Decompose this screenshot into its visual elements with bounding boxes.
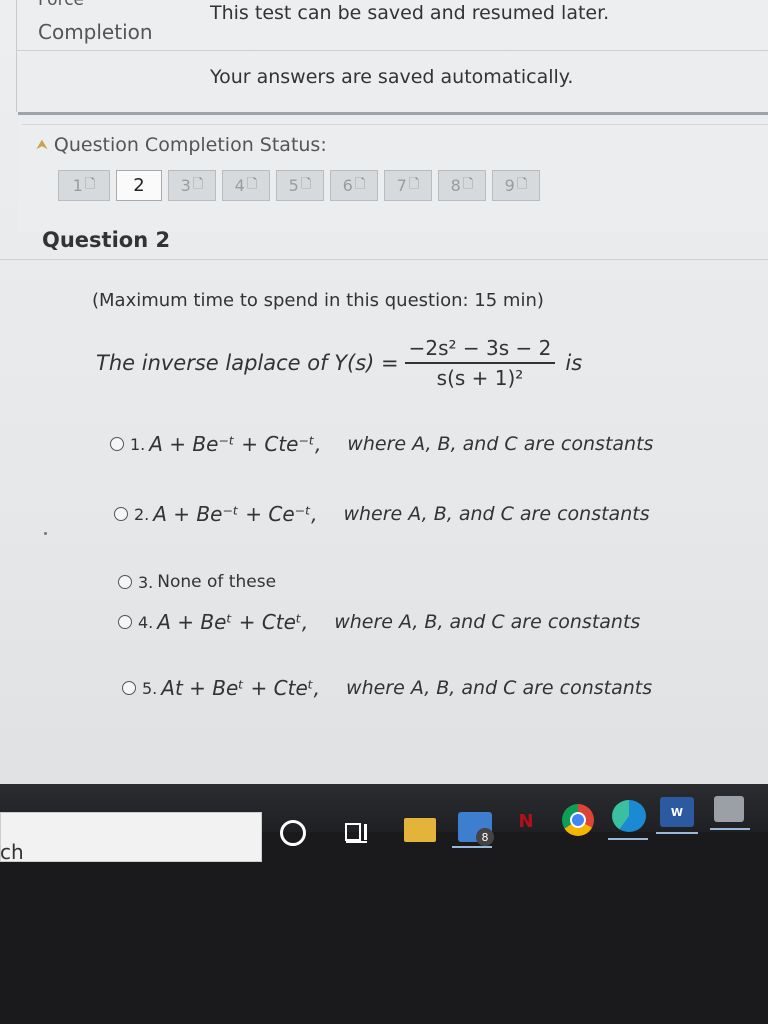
task-view-icon[interactable] xyxy=(343,820,373,844)
radio-button[interactable] xyxy=(118,615,132,629)
divider xyxy=(22,124,768,125)
document-icon: 🗋 xyxy=(192,176,204,192)
question-nav-3[interactable]: 3 🗋 xyxy=(168,170,216,201)
radio-button[interactable] xyxy=(110,437,124,451)
active-app-indicator xyxy=(656,832,698,834)
file-explorer-icon[interactable] xyxy=(404,818,436,842)
document-icon: 🗋 xyxy=(516,176,528,192)
prompt-prefix: The inverse laplace of Y(s) = xyxy=(96,351,399,375)
chevron-up-icon: ⮝ xyxy=(36,137,48,153)
mail-icon[interactable]: 8 xyxy=(458,812,494,846)
autosave-notice: Your answers are saved automatically. xyxy=(210,66,574,88)
netflix-icon[interactable]: N xyxy=(516,806,536,836)
answer-option-1[interactable]: 1. A + Be⁻ᵗ + Cte⁻ᵗ, where A, B, and C a… xyxy=(110,432,653,456)
radio-button[interactable] xyxy=(114,507,128,521)
question-nav-4[interactable]: 4 🗋 xyxy=(222,170,270,201)
question-heading: Question 2 xyxy=(42,228,171,252)
option-expression: A + Be⁻ᵗ + Ce⁻ᵗ, xyxy=(153,502,318,526)
force-label: Force xyxy=(38,0,84,10)
word-icon[interactable]: W xyxy=(660,797,694,827)
taskbar-search-input[interactable] xyxy=(0,812,262,862)
option-text: None of these xyxy=(157,572,277,592)
divider xyxy=(16,0,17,112)
option-note: where A, B, and C are constants xyxy=(343,503,650,525)
option-expression: A + Beᵗ + Cteᵗ, xyxy=(157,610,309,634)
active-app-indicator xyxy=(452,846,492,848)
document-icon: 🗋 xyxy=(246,176,258,192)
fraction-numerator: −2s² − 3s − 2 xyxy=(408,336,552,360)
stray-dot xyxy=(44,532,47,535)
option-number: 4. xyxy=(138,612,154,632)
answer-option-2[interactable]: 2. A + Be⁻ᵗ + Ce⁻ᵗ, where A, B, and C ar… xyxy=(114,502,650,526)
fraction-denominator: s(s + 1)² xyxy=(436,366,524,390)
prompt-suffix: is xyxy=(565,351,583,375)
cortana-icon[interactable] xyxy=(280,820,306,846)
divider xyxy=(16,50,768,51)
option-number: 1. xyxy=(130,434,146,454)
option-expression: A + Be⁻ᵗ + Cte⁻ᵗ, xyxy=(149,432,322,456)
chrome-icon[interactable] xyxy=(562,804,594,836)
document-icon: 🗋 xyxy=(408,176,420,192)
question-prompt: The inverse laplace of Y(s) = −2s² − 3s … xyxy=(96,336,582,390)
fraction: −2s² − 3s − 2 s(s + 1)² xyxy=(404,336,556,390)
save-resume-notice: This test can be saved and resumed later… xyxy=(210,2,610,24)
fraction-bar xyxy=(404,362,556,364)
question-nav-5[interactable]: 5 🗋 xyxy=(276,170,324,201)
app-icon[interactable] xyxy=(714,796,744,822)
divider xyxy=(0,259,768,260)
active-app-indicator xyxy=(710,828,750,830)
question-nav-2[interactable]: 2 xyxy=(116,170,162,201)
option-note: where A, B, and C are constants xyxy=(334,611,641,633)
question-nav-7[interactable]: 7 🗋 xyxy=(384,170,432,201)
mail-badge: 8 xyxy=(476,828,494,846)
answer-option-5[interactable]: 5. At + Beᵗ + Cteᵗ, where A, B, and C ar… xyxy=(122,676,652,700)
question-nav-6[interactable]: 6 🗋 xyxy=(330,170,378,201)
option-note: where A, B, and C are constants xyxy=(346,677,653,699)
option-number: 5. xyxy=(142,678,158,698)
completion-label: Completion xyxy=(38,20,153,44)
option-expression: At + Beᵗ + Cteᵗ, xyxy=(161,676,321,700)
answer-option-4[interactable]: 4. A + Beᵗ + Cteᵗ, where A, B, and C are… xyxy=(118,610,640,634)
radio-button[interactable] xyxy=(122,681,136,695)
option-number: 3. xyxy=(138,572,154,592)
question-nav-9[interactable]: 9 🗋 xyxy=(492,170,540,201)
option-note: where A, B, and C are constants xyxy=(347,433,654,455)
max-time-note: (Maximum time to spend in this question:… xyxy=(92,290,544,311)
completion-status-title: Question Completion Status: xyxy=(53,134,327,156)
radio-button[interactable] xyxy=(118,575,132,589)
browser-screen: Force Completion This test can be saved … xyxy=(0,0,768,800)
active-app-indicator xyxy=(608,838,648,840)
question-navigator: 1 🗋 2 3 🗋 4 🗋 5 🗋 6 🗋 7 🗋 8 🗋 9 🗋 xyxy=(58,170,540,201)
search-input-text: ch xyxy=(0,840,24,864)
question-nav-8[interactable]: 8 🗋 xyxy=(438,170,486,201)
document-icon: 🗋 xyxy=(462,176,474,192)
document-icon: 🗋 xyxy=(84,176,96,192)
question-nav-1[interactable]: 1 🗋 xyxy=(58,170,110,201)
option-number: 2. xyxy=(134,504,150,524)
document-icon: 🗋 xyxy=(354,176,366,192)
edge-icon[interactable] xyxy=(612,800,646,832)
completion-status-toggle[interactable]: ⮝ Question Completion Status: xyxy=(36,134,327,156)
document-icon: 🗋 xyxy=(300,176,312,192)
answer-option-3[interactable]: 3. None of these xyxy=(118,572,276,592)
